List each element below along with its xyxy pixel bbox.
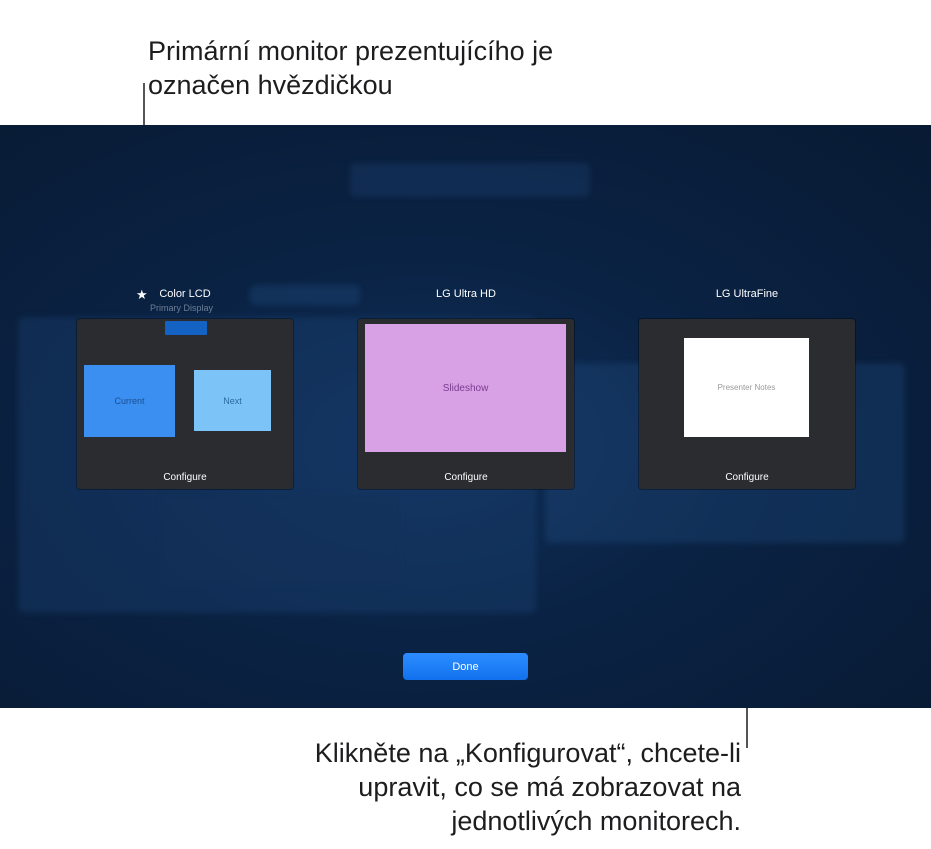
configure-button-lg-ultra-hd[interactable]: Configure (358, 472, 574, 483)
done-button[interactable]: Done (403, 653, 528, 680)
display-configuration-screen: ★ Color LCD Primary Display Current Next… (0, 125, 931, 708)
star-icon: ★ (136, 287, 148, 302)
current-slide-tile: Current (84, 365, 175, 437)
callout-top-line1: Primární monitor prezentujícího je (148, 36, 554, 66)
display-card-lg-ultrafine: Presenter Notes Configure (639, 319, 855, 489)
blurred-background (160, 495, 400, 585)
presenter-notes-tile: Presenter Notes (684, 338, 809, 437)
display-name-lg-ultrafine: LG UltraFine (715, 288, 779, 300)
configure-button-color-lcd[interactable]: Configure (77, 472, 293, 483)
callout-top-line2: označen hvězdičkou (148, 70, 393, 100)
configure-button-lg-ultrafine[interactable]: Configure (639, 472, 855, 483)
display-name-lg-ultra-hd: LG Ultra HD (436, 288, 496, 300)
slideshow-tile: Slideshow (365, 324, 566, 452)
callout-bottom-line2: upravit, co se má zobrazovat na (358, 772, 741, 802)
callout-primary-display: Primární monitor prezentujícího je označ… (148, 34, 708, 102)
display-name-color-lcd: Color LCD (159, 288, 211, 300)
blurred-background (350, 163, 590, 197)
blurred-background (250, 285, 360, 305)
display-card-lg-ultra-hd: Slideshow Configure (358, 319, 574, 489)
toolbar-preview (165, 321, 207, 335)
next-slide-tile: Next (194, 370, 271, 431)
callout-bottom-line1: Klikněte na „Konfigurovat“, chcete-li (314, 738, 741, 768)
callout-configure: Klikněte na „Konfigurovat“, chcete-li up… (181, 736, 741, 838)
display-card-color-lcd: Current Next Configure (77, 319, 293, 489)
primary-display-label: Primary Display (150, 303, 214, 313)
callout-bottom-line3: jednotlivých monitorech. (451, 806, 741, 836)
